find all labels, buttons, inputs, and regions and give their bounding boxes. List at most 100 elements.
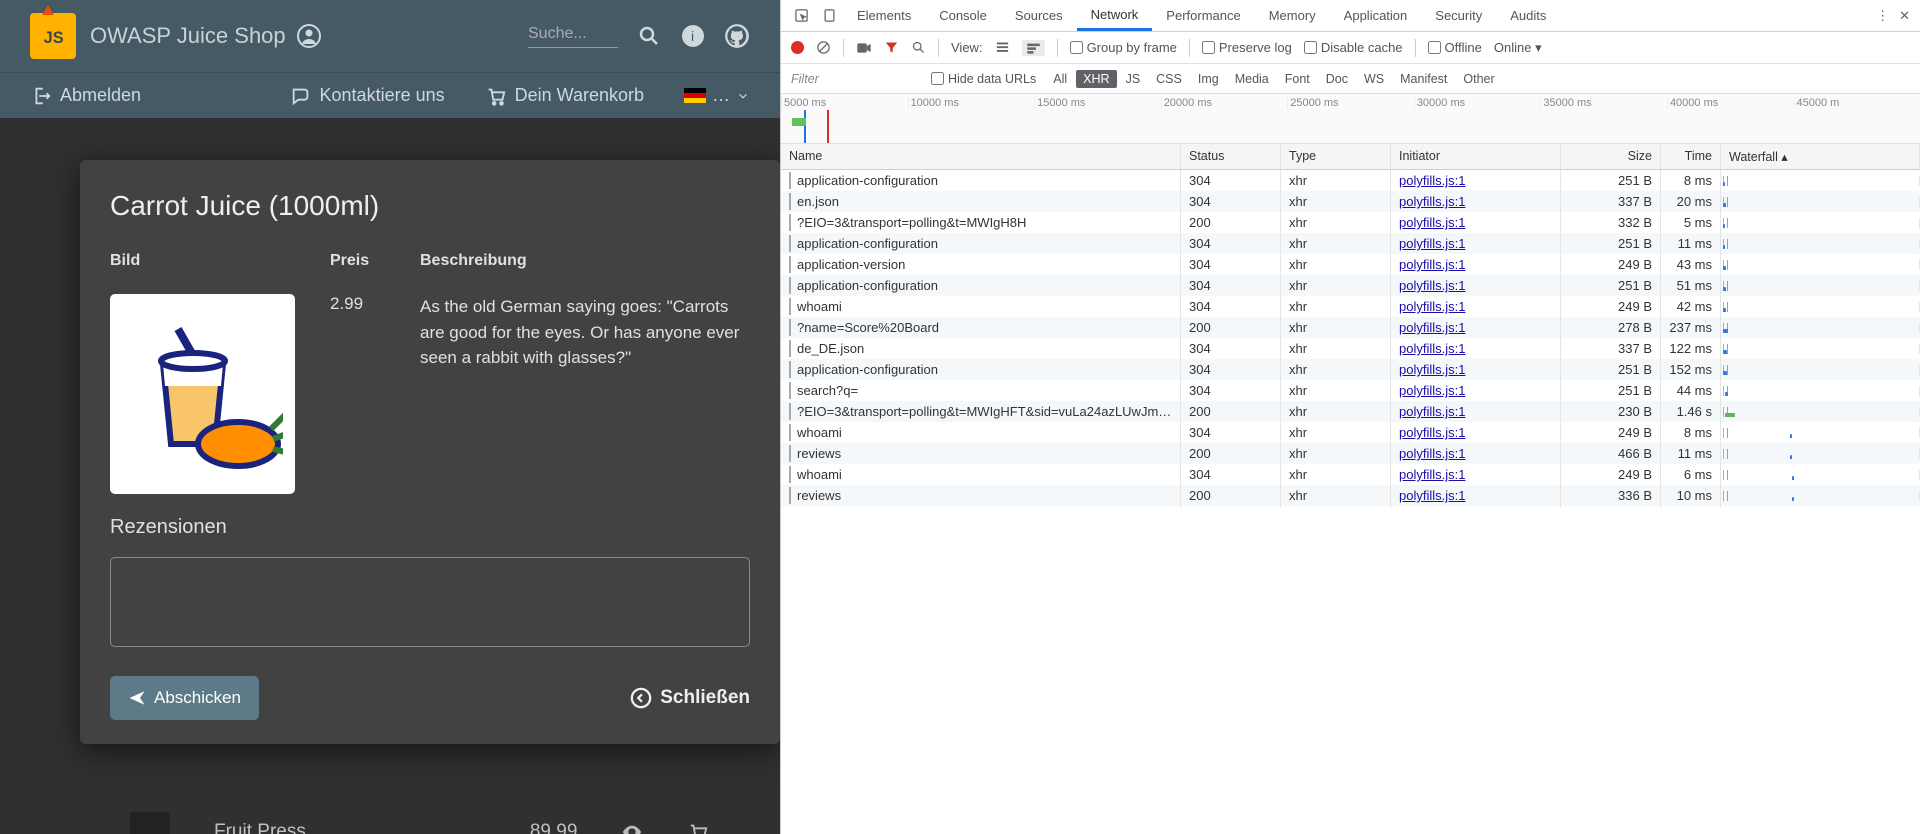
devtools-tab-application[interactable]: Application xyxy=(1330,0,1422,31)
close-button[interactable]: Schließen xyxy=(630,687,750,709)
col-initiator[interactable]: Initiator xyxy=(1391,144,1561,169)
devtools-menu-icon[interactable]: ⋮ xyxy=(1876,8,1889,24)
filter-input[interactable]: Filter xyxy=(791,72,921,86)
devtools-tab-console[interactable]: Console xyxy=(925,0,1001,31)
col-size[interactable]: Size xyxy=(1561,144,1661,169)
cart-add-icon[interactable] xyxy=(687,821,709,834)
devtools-tab-audits[interactable]: Audits xyxy=(1496,0,1560,31)
network-request-row[interactable]: whoami304xhrpolyfills.js:1249 B6 ms xyxy=(781,464,1920,485)
offline-checkbox[interactable]: Offline xyxy=(1428,40,1482,55)
initiator-link[interactable]: polyfills.js:1 xyxy=(1399,257,1465,272)
eye-icon[interactable] xyxy=(621,821,643,834)
search-icon[interactable] xyxy=(636,23,662,49)
network-request-row[interactable]: search?q=304xhrpolyfills.js:1251 B44 ms xyxy=(781,380,1920,401)
filter-type-font[interactable]: Font xyxy=(1278,70,1317,88)
filter-type-img[interactable]: Img xyxy=(1191,70,1226,88)
record-button[interactable] xyxy=(791,41,804,54)
filter-type-all[interactable]: All xyxy=(1046,70,1074,88)
initiator-link[interactable]: polyfills.js:1 xyxy=(1399,425,1465,440)
network-request-row[interactable]: reviews200xhrpolyfills.js:1336 B10 ms xyxy=(781,485,1920,506)
initiator-link[interactable]: polyfills.js:1 xyxy=(1399,278,1465,293)
preserve-log-checkbox[interactable]: Preserve log xyxy=(1202,40,1292,55)
initiator-link[interactable]: polyfills.js:1 xyxy=(1399,404,1465,419)
price-value: 2.99 xyxy=(330,294,390,314)
devtools-tab-elements[interactable]: Elements xyxy=(843,0,925,31)
account-icon[interactable] xyxy=(296,23,322,49)
devtools-close-icon[interactable]: ✕ xyxy=(1899,8,1910,24)
network-request-row[interactable]: application-version304xhrpolyfills.js:12… xyxy=(781,254,1920,275)
network-request-row[interactable]: application-configuration304xhrpolyfills… xyxy=(781,359,1920,380)
col-status[interactable]: Status xyxy=(1181,144,1281,169)
devtools-tab-security[interactable]: Security xyxy=(1421,0,1496,31)
initiator-link[interactable]: polyfills.js:1 xyxy=(1399,467,1465,482)
col-time[interactable]: Time xyxy=(1661,144,1721,169)
juice-shop-app: JS OWASP Juice Shop Suche... i Abmelden … xyxy=(0,0,780,834)
col-waterfall[interactable]: Waterfall ▴ xyxy=(1721,144,1920,169)
cart-link[interactable]: Dein Warenkorb xyxy=(485,85,644,107)
filter-type-doc[interactable]: Doc xyxy=(1319,70,1355,88)
network-request-row[interactable]: application-configuration304xhrpolyfills… xyxy=(781,170,1920,191)
throttle-select[interactable]: Online ▾ xyxy=(1494,40,1542,56)
submit-button[interactable]: Abschicken xyxy=(110,676,259,720)
initiator-link[interactable]: polyfills.js:1 xyxy=(1399,194,1465,209)
filter-type-js[interactable]: JS xyxy=(1119,70,1148,88)
language-selector[interactable]: … xyxy=(684,85,750,106)
filter-type-media[interactable]: Media xyxy=(1228,70,1276,88)
github-icon[interactable] xyxy=(724,23,750,49)
contact-link[interactable]: Kontaktiere uns xyxy=(290,85,445,107)
initiator-link[interactable]: polyfills.js:1 xyxy=(1399,215,1465,230)
network-request-row[interactable]: en.json304xhrpolyfills.js:1337 B20 ms xyxy=(781,191,1920,212)
clear-icon[interactable] xyxy=(816,40,831,55)
product-row-fruit-press[interactable]: Fruit Press 89.99 xyxy=(130,812,709,834)
inspect-icon[interactable] xyxy=(787,0,815,31)
search-input[interactable]: Suche... xyxy=(528,25,618,48)
filter-type-ws[interactable]: WS xyxy=(1357,70,1391,88)
initiator-link[interactable]: polyfills.js:1 xyxy=(1399,299,1465,314)
search-net-icon[interactable] xyxy=(911,40,926,55)
network-request-row[interactable]: ?EIO=3&transport=polling&t=MWIgH8H200xhr… xyxy=(781,212,1920,233)
filter-type-xhr[interactable]: XHR xyxy=(1076,70,1116,88)
initiator-link[interactable]: polyfills.js:1 xyxy=(1399,446,1465,461)
col-type[interactable]: Type xyxy=(1281,144,1391,169)
filter-type-css[interactable]: CSS xyxy=(1149,70,1189,88)
network-request-row[interactable]: whoami304xhrpolyfills.js:1249 B8 ms xyxy=(781,422,1920,443)
network-request-row[interactable]: ?EIO=3&transport=polling&t=MWIgHFT&sid=v… xyxy=(781,401,1920,422)
initiator-link[interactable]: polyfills.js:1 xyxy=(1399,320,1465,335)
network-request-row[interactable]: reviews200xhrpolyfills.js:1466 B11 ms xyxy=(781,443,1920,464)
filter-type-other[interactable]: Other xyxy=(1456,70,1501,88)
initiator-link[interactable]: polyfills.js:1 xyxy=(1399,236,1465,251)
devtools-tab-performance[interactable]: Performance xyxy=(1152,0,1254,31)
col-name[interactable]: Name xyxy=(781,144,1181,169)
initiator-link[interactable]: polyfills.js:1 xyxy=(1399,488,1465,503)
network-timeline[interactable]: 5000 ms10000 ms15000 ms20000 ms25000 ms3… xyxy=(781,94,1920,144)
app-logo[interactable]: JS xyxy=(30,13,76,59)
camera-icon[interactable] xyxy=(856,42,872,54)
filter-icon[interactable] xyxy=(884,40,899,55)
devtools-tab-memory[interactable]: Memory xyxy=(1255,0,1330,31)
initiator-link[interactable]: polyfills.js:1 xyxy=(1399,383,1465,398)
info-icon[interactable]: i xyxy=(680,23,706,49)
contact-label: Kontaktiere uns xyxy=(320,85,445,106)
topbar: JS OWASP Juice Shop Suche... i xyxy=(0,0,780,72)
logout-link[interactable]: Abmelden xyxy=(30,85,141,107)
initiator-link[interactable]: polyfills.js:1 xyxy=(1399,173,1465,188)
device-icon[interactable] xyxy=(815,0,843,31)
network-request-row[interactable]: whoami304xhrpolyfills.js:1249 B42 ms xyxy=(781,296,1920,317)
devtools-tab-sources[interactable]: Sources xyxy=(1001,0,1077,31)
devtools-tab-network[interactable]: Network xyxy=(1077,0,1153,31)
network-request-row[interactable]: application-configuration304xhrpolyfills… xyxy=(781,233,1920,254)
overview-icon[interactable] xyxy=(1022,40,1045,56)
initiator-link[interactable]: polyfills.js:1 xyxy=(1399,341,1465,356)
network-request-row[interactable]: de_DE.json304xhrpolyfills.js:1337 B122 m… xyxy=(781,338,1920,359)
network-request-row[interactable]: application-configuration304xhrpolyfills… xyxy=(781,275,1920,296)
disable-cache-checkbox[interactable]: Disable cache xyxy=(1304,40,1403,55)
timeline-tick: 10000 ms xyxy=(908,97,1035,109)
large-rows-icon[interactable] xyxy=(995,40,1010,55)
hide-data-urls-checkbox[interactable]: Hide data URLs xyxy=(931,72,1036,86)
label-image: Bild xyxy=(110,252,300,270)
network-request-row[interactable]: ?name=Score%20Board200xhrpolyfills.js:12… xyxy=(781,317,1920,338)
initiator-link[interactable]: polyfills.js:1 xyxy=(1399,362,1465,377)
review-textarea[interactable] xyxy=(110,557,750,647)
group-by-frame-checkbox[interactable]: Group by frame xyxy=(1070,40,1177,55)
filter-type-manifest[interactable]: Manifest xyxy=(1393,70,1454,88)
